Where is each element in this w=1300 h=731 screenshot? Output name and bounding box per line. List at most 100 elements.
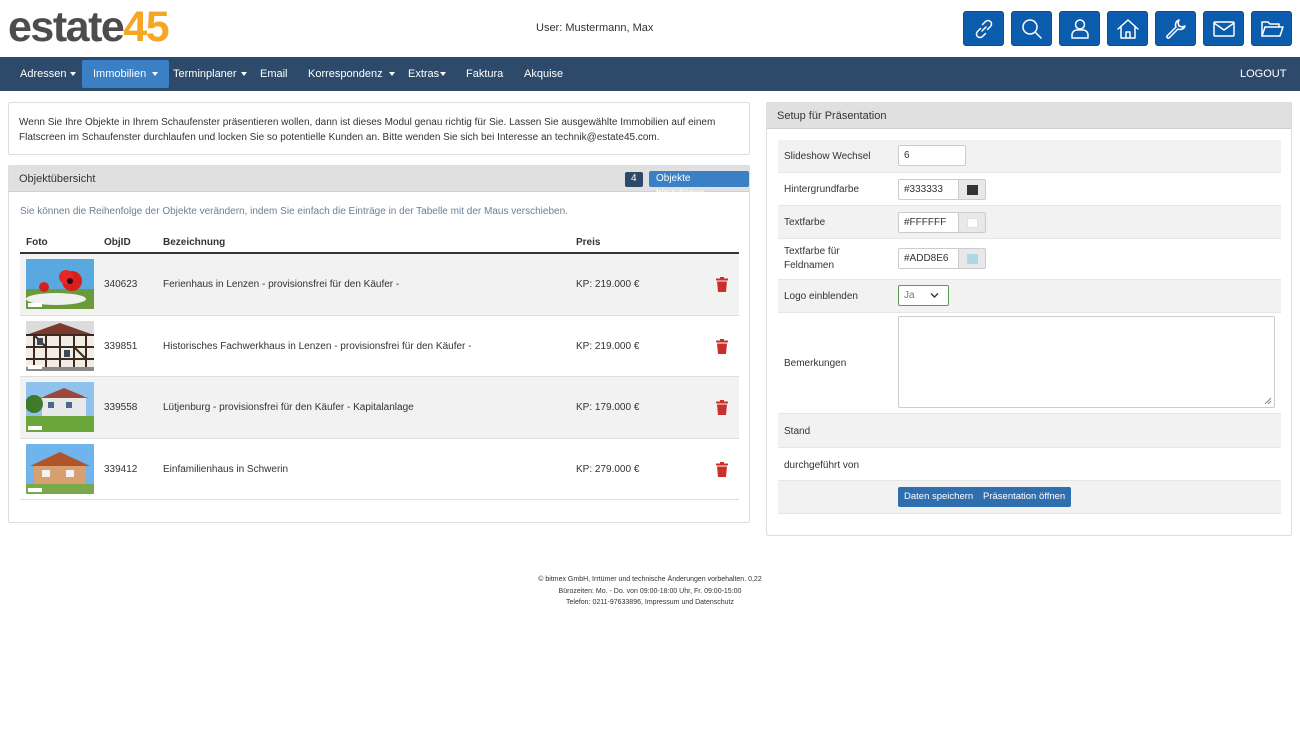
footer-copyright: © bitmex GmbH, Irrtümer und technische Ä… [538, 576, 762, 583]
done-by-label: durchgeführt von [784, 460, 860, 471]
slideshow-input[interactable]: 6 [898, 145, 966, 166]
logo-label: Logo einblenden [784, 291, 858, 302]
home-button[interactable] [1107, 11, 1148, 46]
color-swatch [967, 185, 978, 195]
stand-label: Stand [784, 426, 811, 437]
link-button[interactable] [963, 11, 1004, 46]
add-objects-button[interactable]: Objekte hinzufügen [649, 171, 749, 199]
mail-icon [1212, 20, 1235, 37]
nav-extras[interactable]: Extras [397, 60, 457, 88]
header: estate45 User: Mustermann, Max [0, 0, 1300, 57]
footer-hours: Bürozeiten: Mo. - Do. von 09:00-18:00 Uh… [558, 587, 742, 595]
intro-panel: Wenn Sie Ihre Objekte in Ihrem Schaufens… [8, 102, 750, 155]
resize-handle-icon[interactable] [1264, 397, 1272, 405]
obj-price: KP: 219.000 € [576, 279, 640, 290]
bgcolor-label: Hintergrundfarbe [784, 184, 860, 195]
trash-icon[interactable] [716, 461, 728, 477]
user-info: User: Mustermann, Max [536, 22, 654, 34]
footer-contact[interactable]: Telefon: 0211-97633896, Impressum und Da… [0, 597, 1300, 609]
object-count-badge: 4 [625, 172, 643, 187]
objects-panel: Objektübersicht 4 Objekte hinzufügen Sie… [8, 165, 750, 523]
folder-icon [1260, 20, 1284, 37]
table-row[interactable]: 339558 Lütjenburg - provisionsfrei für d… [20, 377, 739, 439]
setup-panel-header: Setup für Präsentation [767, 103, 1291, 129]
table-row[interactable]: 339851 Historisches Fachwerkhaus in Lenz… [20, 316, 739, 377]
objects-panel-header: Objektübersicht 4 Objekte hinzufügen [9, 166, 749, 199]
done-by-row: durchgeführt von [778, 448, 1281, 481]
textcolor-input[interactable]: #FFFFFF [898, 212, 959, 233]
obj-name: Historisches Fachwerkhaus in Lenzen - pr… [163, 340, 472, 352]
trash-icon[interactable] [716, 277, 728, 292]
fieldcolor-picker[interactable] [958, 248, 986, 269]
fieldcolor-row: Textfarbe für Feldnamen #ADD8E6 [778, 239, 1281, 280]
main-navbar: Adressen Immobilien Terminplaner Email K… [0, 57, 1300, 91]
folder-button[interactable] [1251, 11, 1292, 46]
textcolor-label: Textfarbe [784, 217, 826, 228]
actions-row: Daten speichern Präsentation öffnen [778, 481, 1281, 514]
search-button[interactable] [1011, 11, 1052, 46]
caret-down-icon [70, 72, 77, 77]
obj-id: 340623 [104, 279, 138, 290]
user-button[interactable] [1059, 11, 1100, 46]
logout-link[interactable]: LOGOUT [1229, 60, 1297, 88]
stand-row: Stand [778, 414, 1281, 448]
table-row[interactable]: 339412 Einfamilienhaus in Schwerin KP: 2… [20, 439, 739, 500]
slideshow-row: Slideshow Wechsel 6 [778, 140, 1281, 173]
remarks-textarea[interactable] [898, 316, 1275, 408]
fieldcolor-label: Textfarbe für Feldnamen [784, 246, 840, 271]
open-presentation-button[interactable]: Präsentation öffnen [977, 487, 1072, 507]
mail-button[interactable] [1203, 11, 1244, 46]
nav-terminplaner[interactable]: Terminplaner [162, 60, 258, 88]
caret-down-icon [440, 72, 447, 77]
wrench-icon [1165, 18, 1186, 39]
bgcolor-input[interactable]: #333333 [898, 179, 959, 200]
reorder-hint: Sie können die Reihenfolge der Objekte v… [20, 206, 568, 217]
trash-icon[interactable] [716, 338, 728, 354]
bgcolor-picker[interactable] [958, 179, 986, 200]
table-header: Foto ObjID Bezeichnung Preis [20, 228, 739, 254]
table-row[interactable]: 340623 Ferienhaus in Lenzen - provisions… [20, 254, 739, 316]
chevron-down-icon [930, 293, 939, 298]
setup-panel: Setup für Präsentation Slideshow Wechsel… [766, 102, 1292, 536]
logo[interactable]: estate45 [8, 6, 170, 49]
col-objid: ObjID [104, 237, 131, 248]
textcolor-picker[interactable] [958, 212, 986, 233]
property-photo [26, 320, 94, 371]
obj-name: Einfamilienhaus in Schwerin [163, 463, 289, 475]
nav-immobilien[interactable]: Immobilien [82, 60, 170, 88]
logo-select[interactable]: Ja [898, 285, 949, 306]
intro-text: Wenn Sie Ihre Objekte in Ihrem Schaufens… [19, 117, 716, 143]
obj-id: 339558 [104, 402, 138, 413]
obj-name: Lütjenburg - provisionsfrei für den Käuf… [163, 402, 414, 413]
color-swatch [967, 218, 978, 228]
toolbar-icons [963, 11, 1292, 46]
obj-id: 339412 [104, 463, 138, 475]
col-foto: Foto [26, 237, 48, 248]
property-photo [26, 443, 94, 494]
trash-icon[interactable] [716, 400, 728, 415]
objects-table: Foto ObjID Bezeichnung Preis 340623 Feri… [20, 228, 739, 500]
nav-korrespondenz[interactable]: Korrespondenz [297, 60, 406, 88]
save-button[interactable]: Daten speichern [898, 487, 980, 507]
bgcolor-row: Hintergrundfarbe #333333 [778, 173, 1281, 206]
remarks-label: Bemerkungen [784, 358, 847, 369]
property-photo [26, 382, 94, 432]
nav-email[interactable]: Email [249, 60, 299, 88]
search-icon [1021, 18, 1042, 39]
fieldcolor-input[interactable]: #ADD8E6 [898, 248, 959, 269]
home-icon [1116, 18, 1139, 39]
remarks-row: Bemerkungen [778, 313, 1281, 414]
caret-down-icon [240, 72, 247, 77]
tools-button[interactable] [1155, 11, 1196, 46]
obj-price: KP: 179.000 € [576, 402, 640, 413]
objects-title: Objektübersicht [19, 173, 96, 185]
col-preis: Preis [576, 237, 601, 248]
setup-title: Setup für Präsentation [777, 110, 887, 122]
obj-id: 339851 [104, 340, 138, 352]
nav-faktura[interactable]: Faktura [455, 60, 514, 88]
caret-down-icon [152, 72, 159, 77]
obj-price: KP: 279.000 € [576, 463, 640, 475]
property-photo [26, 259, 94, 309]
nav-adressen[interactable]: Adressen [9, 60, 87, 88]
nav-akquise[interactable]: Akquise [513, 60, 574, 88]
